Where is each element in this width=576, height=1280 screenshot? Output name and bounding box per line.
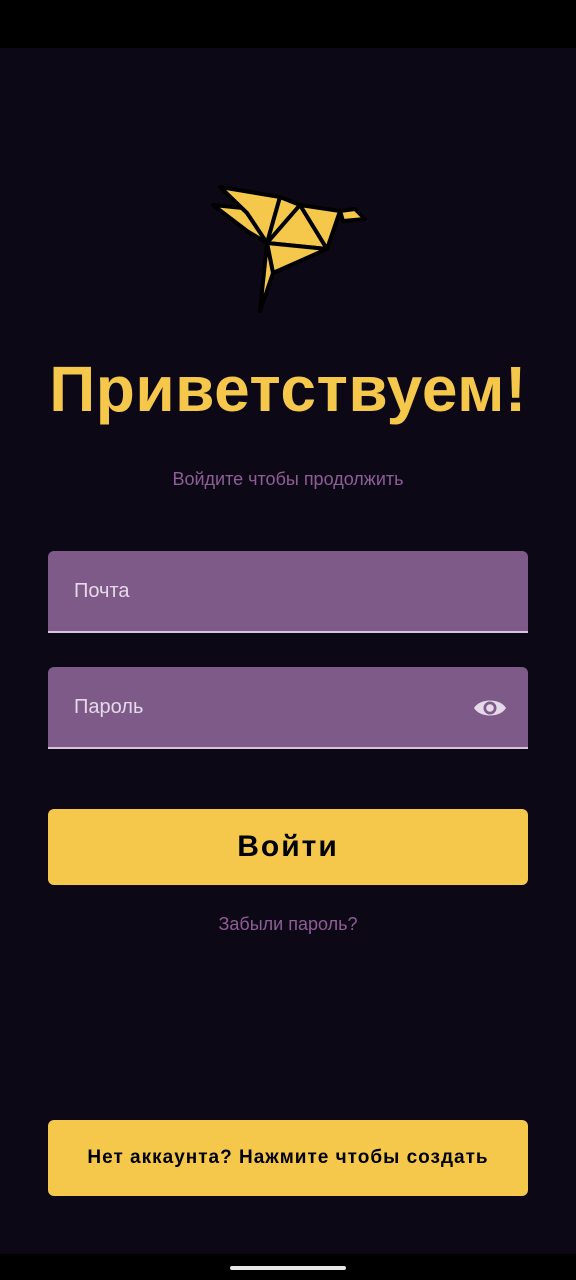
forgot-password-link[interactable]: Забыли пароль? bbox=[0, 914, 576, 935]
password-input[interactable] bbox=[48, 667, 528, 747]
welcome-subtitle: Войдите чтобы продолжить bbox=[172, 469, 404, 489]
signup-button[interactable]: Нет аккаунта? Нажмите чтобы создать bbox=[48, 1120, 528, 1196]
status-bar bbox=[0, 0, 576, 48]
email-field-container bbox=[48, 551, 528, 633]
email-input[interactable] bbox=[48, 551, 528, 631]
origami-bird-icon bbox=[211, 185, 367, 313]
eye-icon[interactable] bbox=[472, 695, 508, 721]
navigation-bar bbox=[0, 1254, 576, 1280]
home-indicator[interactable] bbox=[230, 1266, 346, 1270]
welcome-title: Приветствуем! bbox=[49, 353, 527, 425]
password-field-container bbox=[48, 667, 528, 749]
login-button[interactable]: Войти bbox=[48, 809, 528, 885]
